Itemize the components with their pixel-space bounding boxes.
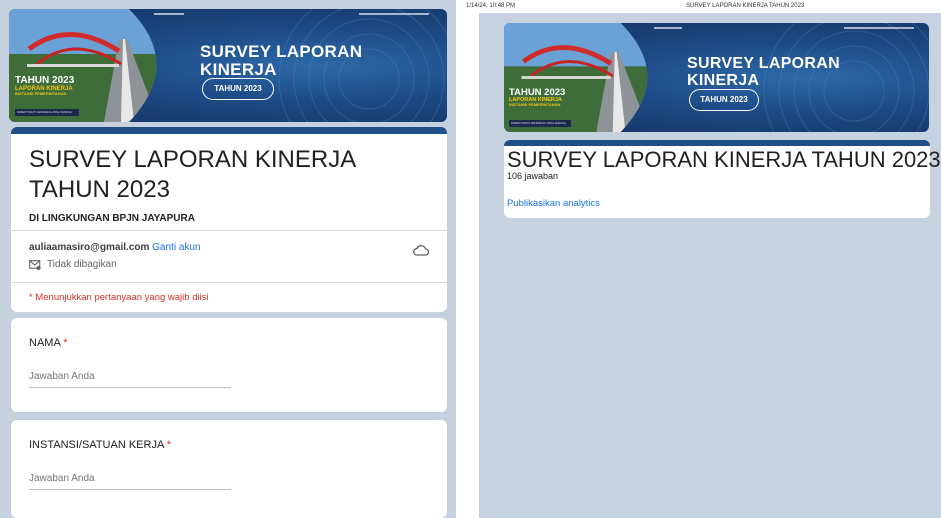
account-divider xyxy=(11,282,447,283)
form-title: SURVEY LAPORAN KINERJA TAHUN 2023 xyxy=(29,146,355,203)
banner-title-line2: KINERJA xyxy=(687,71,760,89)
responses-title: SURVEY LAPORAN KINERJA TAHUN 2023 xyxy=(507,147,941,172)
print-header-title: SURVEY LAPORAN KINERJA TAHUN 2023 xyxy=(686,3,805,9)
instansi-answer-input[interactable] xyxy=(29,473,231,490)
org-strip-label: DIREKTORAT JENDERAL BINA MARGA xyxy=(17,110,72,114)
question-label-nama: NAMA * xyxy=(29,337,68,349)
year-badge: TAHUN 2023 LAPORAN KINERJA INSTANSI PEME… xyxy=(15,75,75,96)
form-header-banner: TAHUN 2023 LAPORAN KINERJA INSTANSI PEME… xyxy=(9,9,447,122)
org-strip: DIREKTORAT JENDERAL BINA MARGA xyxy=(15,109,79,116)
year-badge: TAHUN 2023 LAPORAN KINERJA INSTANSI PEME… xyxy=(509,87,566,107)
responses-print-panel: 1/14/24, 10:48 PM SURVEY LAPORAN KINERJA… xyxy=(466,0,941,518)
banner-title-line2: KINERJA xyxy=(200,59,277,79)
not-shared-label: Tidak dibagikan xyxy=(47,259,117,270)
question-label-instansi: INSTANSI/SATUAN KERJA * xyxy=(29,439,172,451)
responses-header-banner: TAHUN 2023 LAPORAN KINERJA INSTANSI PEME… xyxy=(504,23,929,132)
responses-title-card: SURVEY LAPORAN KINERJA TAHUN 2023 106 ja… xyxy=(504,140,941,218)
screenshot-stage: TAHUN 2023 LAPORAN KINERJA INSTANSI PEME… xyxy=(0,0,941,518)
banner-title: SURVEY LAPORAN KINERJA xyxy=(200,43,362,79)
form-panel: TAHUN 2023 LAPORAN KINERJA INSTANSI PEME… xyxy=(0,0,456,518)
form-description: DI LINGKUNGAN BPJN JAYAPURA xyxy=(29,213,195,224)
not-shared-row: Tidak dibagikan xyxy=(29,259,117,270)
question-card-nama: NAMA * xyxy=(11,318,447,412)
publish-analytics-link[interactable]: Publikasikan analytics xyxy=(507,198,600,209)
switch-account-link[interactable]: Ganti akun xyxy=(152,242,200,253)
account-email: auliaamasiro@gmail.com xyxy=(29,242,150,253)
banner-title-line1: SURVEY LAPORAN xyxy=(687,55,840,72)
title-divider xyxy=(11,230,447,231)
account-row: auliaamasiro@gmail.com Ganti akun xyxy=(29,242,201,253)
bridge-road-photo xyxy=(504,23,648,132)
org-strip: DIREKTORAT JENDERAL BINA MARGA xyxy=(509,120,571,127)
banner-title-line1: SURVEY LAPORAN xyxy=(200,42,363,61)
nama-answer-input[interactable] xyxy=(29,371,231,388)
mail-not-shared-icon xyxy=(29,259,41,270)
banner-year-pill: TAHUN 2023 xyxy=(689,89,759,111)
form-title-card: SURVEY LAPORAN KINERJA TAHUN 2023 DI LIN… xyxy=(11,127,447,312)
org-strip-label: DIREKTORAT JENDERAL BINA MARGA xyxy=(511,121,566,125)
response-count: 106 jawaban xyxy=(507,171,559,181)
cloud-save-icon xyxy=(413,245,429,256)
banner-year-pill: TAHUN 2023 xyxy=(202,78,274,100)
bridge-road-photo xyxy=(9,9,157,122)
required-star: * xyxy=(63,337,68,349)
banner-title: SURVEY LAPORAN KINERJA xyxy=(687,55,840,90)
required-star: * xyxy=(166,439,172,451)
required-note: * Menunjukkan pertanyaan yang wajib diis… xyxy=(29,292,209,303)
print-timestamp: 1/14/24, 10:48 PM xyxy=(466,3,516,9)
question-card-instansi: INSTANSI/SATUAN KERJA * xyxy=(11,420,447,518)
